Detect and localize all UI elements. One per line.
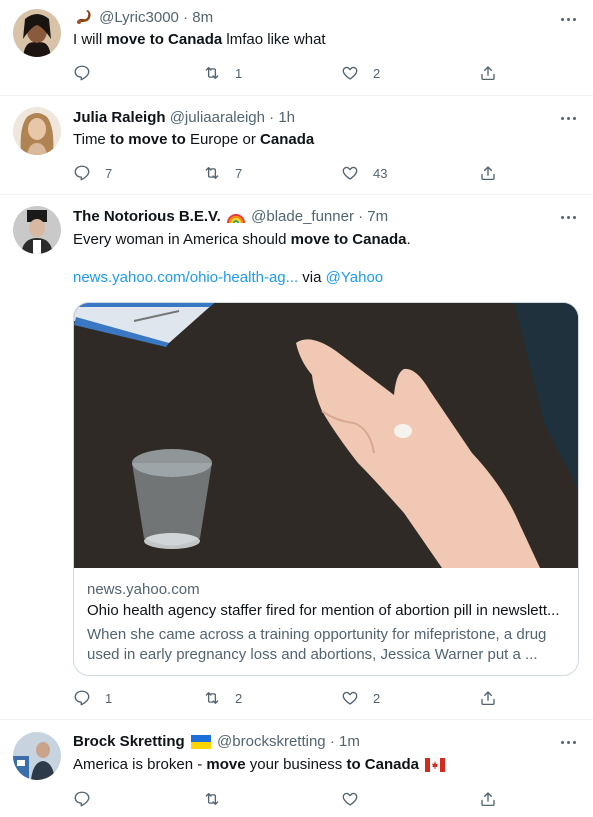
retweet-button[interactable]: 7	[203, 163, 242, 183]
link-card[interactable]: news.yahoo.com Ohio health agency staffe…	[73, 302, 579, 676]
tweet-header: @Lyric3000 · 8m	[73, 8, 553, 28]
like-button[interactable]: 2	[341, 688, 380, 708]
tweet[interactable]: The Notorious B.E.V. @blade_funner · 7m …	[0, 195, 593, 720]
timestamp[interactable]: 7m	[367, 208, 388, 225]
article-link[interactable]: news.yahoo.com/ohio-health-ag...	[73, 269, 298, 286]
share-button[interactable]	[479, 163, 497, 183]
timestamp[interactable]: 8m	[192, 9, 213, 26]
retweet-icon	[205, 167, 219, 179]
tweet-text: Every woman in America should move to Ca…	[73, 231, 411, 248]
more-options-icon[interactable]	[557, 732, 579, 752]
retweet-icon	[205, 692, 219, 704]
via-mention[interactable]: @Yahoo	[326, 269, 384, 286]
reply-button[interactable]	[73, 63, 105, 83]
tweet-header: Brock Skretting @brockskretting · 1m	[73, 732, 553, 752]
reply-icon	[74, 65, 90, 81]
user-handle[interactable]: @Lyric3000	[99, 9, 179, 26]
user-handle[interactable]: @blade_funner	[251, 208, 354, 225]
card-description: When she came across a training opportun…	[87, 626, 547, 663]
retweet-button[interactable]: 2	[203, 688, 242, 708]
tweet[interactable]: Julia Raleigh @juliaaraleigh · 1h Time t…	[0, 96, 593, 195]
separator-dot: ·	[358, 208, 364, 225]
user-handle[interactable]: @juliaaraleigh	[170, 109, 265, 126]
tweet-header: Julia Raleigh @juliaaraleigh · 1h	[73, 108, 553, 128]
share-icon	[481, 691, 495, 706]
tweet-feed: @Lyric3000 · 8m I will move to Canada lm…	[0, 0, 593, 817]
retweet-button[interactable]	[203, 789, 221, 809]
rainbow-emoji-icon	[226, 210, 245, 227]
separator-dot: ·	[329, 733, 335, 750]
tweet-text: I will move to Canada lmfao like what	[73, 31, 326, 48]
card-title: Ohio health agency staffer fired for men…	[87, 602, 560, 619]
like-button[interactable]: 43	[341, 163, 387, 183]
share-button[interactable]	[479, 789, 497, 809]
reply-button[interactable]: 1	[73, 688, 112, 708]
heart-icon	[342, 166, 358, 180]
share-icon	[481, 792, 495, 807]
timestamp[interactable]: 1h	[278, 109, 295, 126]
more-options-icon[interactable]	[557, 108, 579, 128]
tweet-actions: 7 7 43	[73, 163, 513, 183]
tweet[interactable]: Brock Skretting @brockskretting · 1m Ame…	[0, 720, 593, 817]
tweet-actions: 1 2 2	[73, 688, 513, 708]
tweet-header: The Notorious B.E.V. @blade_funner · 7m	[73, 207, 553, 227]
avatar[interactable]	[13, 107, 61, 155]
share-button[interactable]	[479, 688, 497, 708]
display-name[interactable]: The Notorious B.E.V.	[73, 208, 221, 225]
reply-icon	[74, 690, 90, 706]
more-options-icon[interactable]	[557, 9, 579, 29]
ukraine-flag-emoji-icon	[190, 735, 211, 752]
scorpion-emoji-icon	[75, 9, 93, 28]
heart-icon	[342, 792, 358, 806]
like-button[interactable]	[341, 789, 359, 809]
heart-icon	[342, 691, 358, 705]
reply-button[interactable]	[73, 789, 91, 809]
tweet-text: America is broken - move your business t…	[73, 755, 573, 778]
display-name[interactable]: Julia Raleigh	[73, 109, 166, 126]
reply-icon	[74, 165, 90, 181]
avatar[interactable]	[13, 206, 61, 254]
tweet-actions: 1 2	[73, 63, 513, 83]
tweet-link-line: news.yahoo.com/ohio-health-ag... via @Ya…	[73, 269, 384, 286]
tweet-text: Time to move to Europe or Canada	[73, 131, 315, 148]
canada-flag-emoji-icon	[425, 758, 446, 778]
share-icon	[481, 166, 495, 181]
card-domain: news.yahoo.com	[87, 581, 200, 598]
reply-icon	[74, 791, 90, 807]
retweet-icon	[205, 67, 219, 79]
avatar[interactable]	[13, 9, 61, 57]
retweet-button[interactable]: 1	[203, 63, 242, 83]
display-name[interactable]: Brock Skretting	[73, 733, 185, 750]
heart-icon	[342, 66, 358, 80]
separator-dot: ·	[183, 9, 189, 26]
avatar[interactable]	[13, 732, 61, 780]
user-handle[interactable]: @brockskretting	[217, 733, 326, 750]
more-options-icon[interactable]	[557, 207, 579, 227]
reply-button[interactable]: 7	[73, 163, 112, 183]
tweet-actions	[73, 789, 513, 809]
retweet-icon	[205, 793, 219, 805]
share-icon	[481, 66, 495, 81]
tweet[interactable]: @Lyric3000 · 8m I will move to Canada lm…	[0, 0, 593, 96]
share-button[interactable]	[479, 63, 497, 83]
hand-holding-pill-photo-icon	[74, 303, 578, 568]
separator-dot: ·	[269, 109, 275, 126]
like-button[interactable]: 2	[341, 63, 380, 83]
timestamp[interactable]: 1m	[339, 733, 360, 750]
